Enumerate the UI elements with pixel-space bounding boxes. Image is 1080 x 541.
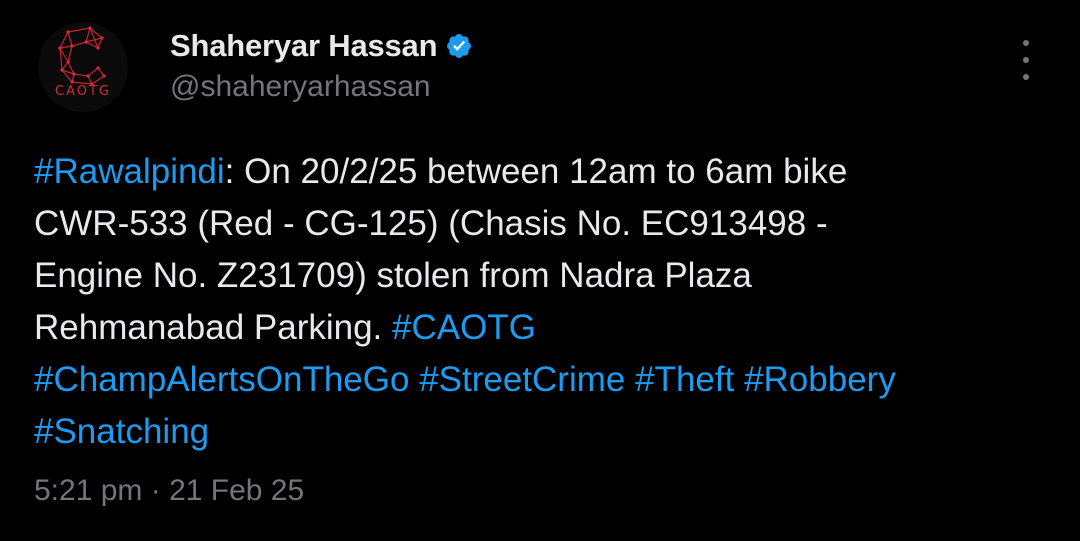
hashtag-link[interactable]: #StreetCrime: [419, 360, 625, 399]
hashtag-link[interactable]: #Robbery: [744, 360, 896, 399]
meta-separator: ·: [142, 474, 170, 507]
more-vertical-icon[interactable]: [1014, 40, 1038, 80]
hashtag-link[interactable]: #Rawalpindi: [34, 152, 225, 191]
avatar-logo-text: CAOTG: [55, 84, 111, 99]
tweet-text-segment: [734, 360, 744, 399]
tweet-text-segment: [409, 360, 419, 399]
hashtag-link[interactable]: #Theft: [635, 360, 734, 399]
author-name-row: Shaheryar Hassan: [170, 28, 473, 64]
hashtag-link[interactable]: #Snatching: [34, 412, 209, 451]
hashtag-link[interactable]: #CAOTG: [392, 308, 536, 347]
tweet-date: 21 Feb 25: [169, 474, 305, 507]
display-name[interactable]: Shaheryar Hassan: [170, 28, 438, 64]
tweet-timestamp[interactable]: 5:21 pm · 21 Feb 25: [34, 474, 304, 508]
tweet: CAOTG Shaheryar Hassan @shaheryarhassan …: [0, 0, 1080, 541]
avatar[interactable]: CAOTG: [38, 22, 128, 112]
tweet-text-segment: [625, 360, 635, 399]
tweet-time: 5:21 pm: [34, 474, 143, 507]
tweet-text: #Rawalpindi: On 20/2/25 between 12am to …: [34, 146, 914, 458]
hashtag-link[interactable]: #ChampAlertsOnTheGo: [34, 360, 409, 399]
author-handle[interactable]: @shaheryarhassan: [170, 70, 431, 104]
verified-badge-icon: [445, 32, 473, 60]
